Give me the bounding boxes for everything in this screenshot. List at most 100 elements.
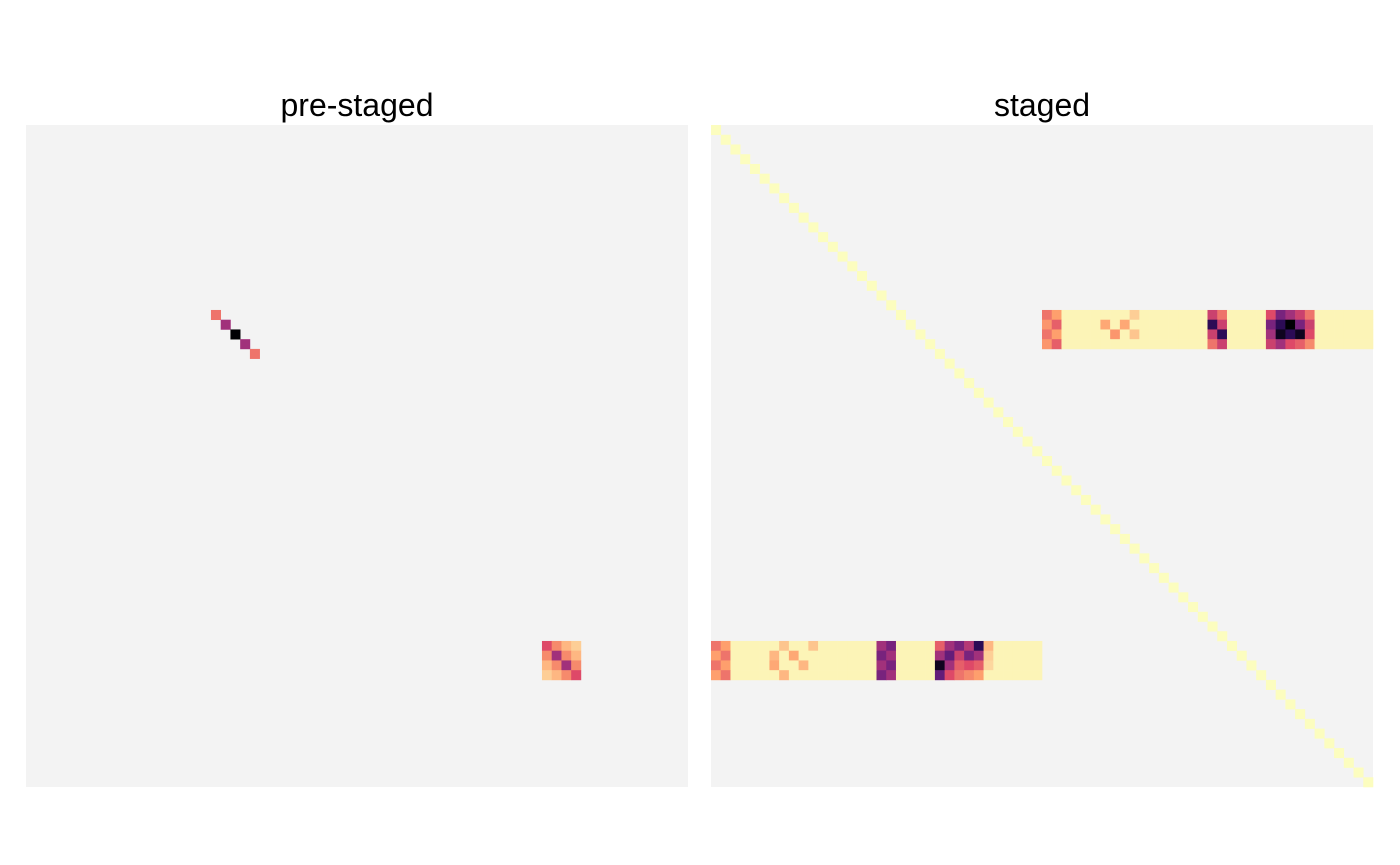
- heatmap-cell: [827, 640, 838, 652]
- heatmap-cell: [808, 670, 819, 681]
- heatmap-cell: [847, 640, 858, 652]
- heatmap-cell: [1314, 309, 1325, 321]
- heatmap-cell: [954, 670, 965, 681]
- heatmap-cell: [1100, 319, 1111, 330]
- heatmap-cell: [1236, 319, 1247, 330]
- heatmap-diagonal-cell: [983, 397, 994, 408]
- heatmap-diagonal-cell: [1119, 533, 1130, 544]
- heatmap-cell: [1129, 339, 1140, 350]
- heatmap-cell: [915, 660, 926, 671]
- heatmap-diagonal-cell: [1314, 728, 1325, 739]
- heatmap-cell: [1314, 339, 1325, 350]
- heatmap-diagonal-cell: [1022, 436, 1033, 447]
- heatmap-diagonal-cell: [954, 368, 965, 379]
- heatmap-cell: [973, 640, 984, 652]
- heatmap-cell: [934, 640, 945, 652]
- heatmap-diagonal-cell: [866, 280, 877, 291]
- heatmap-cell: [1110, 339, 1121, 350]
- heatmap-diagonal-cell: [1080, 494, 1091, 505]
- heatmap-cell: [964, 670, 975, 681]
- heatmap-cell: [1032, 650, 1043, 661]
- heatmap-cell: [571, 660, 582, 671]
- heatmap-cell: [1149, 309, 1160, 321]
- heatmap-cell: [1334, 339, 1345, 350]
- heatmap-diagonal-cell: [1071, 485, 1082, 496]
- heatmap-cell: [895, 660, 907, 671]
- heatmap-cell: [1343, 339, 1354, 350]
- heatmap-cell: [1343, 329, 1354, 340]
- heatmap-diagonal-cell: [1100, 514, 1111, 525]
- heatmap-cell: [1285, 339, 1296, 350]
- heatmap-cell: [720, 650, 731, 661]
- heatmap-cell: [1080, 339, 1091, 350]
- heatmap-diagonal-cell: [857, 271, 868, 282]
- heatmap-cell: [983, 670, 994, 681]
- heatmap-cell: [915, 650, 926, 661]
- heatmap-cell: [1217, 319, 1228, 330]
- heatmap-diagonal-cell: [1246, 660, 1257, 671]
- heatmap-cell: [857, 670, 868, 681]
- heatmap-diagonal-cell: [1188, 602, 1199, 613]
- heatmap-cell: [759, 650, 770, 661]
- heatmap-diagonal-cell: [1042, 456, 1053, 467]
- heatmap-cell: [740, 640, 751, 652]
- heatmap-cell: [1256, 339, 1267, 350]
- heatmap-diagonal-cell: [1051, 465, 1062, 476]
- heatmap-figure: pre-staged staged: [26, 87, 1374, 788]
- heatmap-cell: [1226, 339, 1238, 350]
- heatmap-cell: [876, 670, 887, 681]
- heatmap-cell: [847, 660, 858, 671]
- heatmap-cell: [925, 640, 936, 652]
- heatmap-cell: [1295, 339, 1306, 350]
- heatmap-cell: [866, 640, 877, 652]
- heatmap-cell: [1324, 319, 1335, 330]
- heatmap-cell: [1003, 660, 1014, 671]
- heatmap-cell: [1100, 309, 1111, 321]
- heatmap-cell: [749, 670, 760, 681]
- heatmap-cell: [1236, 309, 1247, 321]
- heatmap-cell: [1110, 309, 1121, 321]
- heatmap-cell: [1168, 309, 1179, 321]
- heatmap-cell: [1168, 339, 1179, 350]
- heatmap-cell: [1032, 640, 1043, 652]
- heatmap-cell: [798, 660, 809, 671]
- heatmap-cell: [857, 640, 868, 652]
- heatmap-cell: [857, 650, 868, 661]
- heatmap-cell: [1226, 309, 1238, 321]
- heatmap-cell: [1207, 309, 1218, 321]
- heatmap-cell: [1071, 309, 1082, 321]
- heatmap-diagonal-cell: [1061, 475, 1072, 486]
- heatmap-cell: [1265, 329, 1276, 340]
- heatmap-cell: [551, 640, 562, 652]
- heatmap-cell: [1188, 329, 1199, 340]
- heatmap-cell: [1061, 309, 1072, 321]
- heatmap-diagonal-cell: [1363, 777, 1374, 788]
- heatmap-cell: [711, 650, 722, 661]
- heatmap-cell: [720, 670, 731, 681]
- heatmap-diagonal-cell: [1265, 679, 1276, 690]
- heatmap-cell: [1246, 339, 1257, 350]
- heatmap-cell: [1314, 329, 1325, 340]
- heatmap-cell: [740, 670, 751, 681]
- heatmap-diagonal-cell: [720, 134, 731, 145]
- heatmap-cell: [1363, 329, 1374, 340]
- heatmap-cell: [886, 670, 897, 681]
- heatmap-cell: [561, 640, 572, 652]
- heatmap-diagonal-cell: [1256, 670, 1267, 681]
- heatmap-diagonal-cell: [1324, 738, 1335, 749]
- heatmap-cell: [925, 670, 936, 681]
- heatmap-cell: [1149, 339, 1160, 350]
- heatmap-diagonal-cell: [944, 358, 955, 369]
- heatmap-cell: [1197, 339, 1208, 350]
- heatmap-cell: [1012, 670, 1023, 681]
- heatmap-diagonal-cell: [798, 212, 809, 223]
- heatmap-cell: [1256, 329, 1267, 340]
- heatmap-cell: [1334, 329, 1345, 340]
- heatmap-cell: [788, 660, 799, 671]
- heatmap-diagonal-cell: [740, 154, 751, 165]
- heatmap-cell: [983, 650, 994, 661]
- heatmap-cell: [720, 640, 731, 652]
- panel-title-pre-staged: pre-staged: [281, 87, 434, 123]
- heatmap-cell: [1236, 329, 1247, 340]
- heatmap-cell: [837, 660, 848, 671]
